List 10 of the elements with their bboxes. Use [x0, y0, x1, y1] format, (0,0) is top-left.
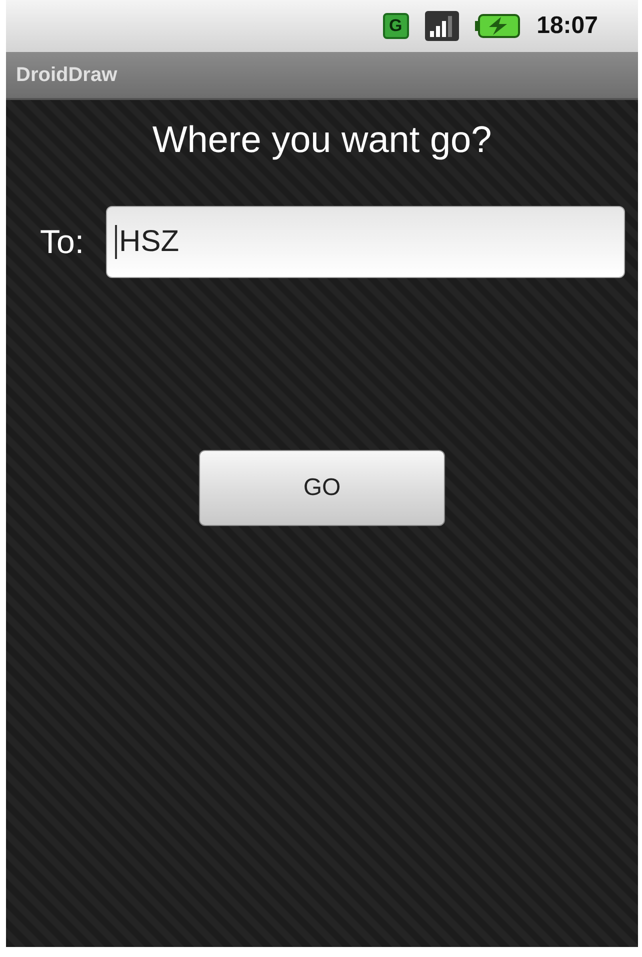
go-button[interactable]: GO — [199, 450, 445, 526]
destination-input-field[interactable]: HSZ — [106, 206, 625, 278]
signal-icon — [424, 11, 459, 41]
battery-charging-icon — [474, 13, 521, 39]
app-title: DroidDraw — [16, 63, 118, 88]
field-label: To: — [40, 222, 84, 262]
text-cursor — [115, 224, 118, 258]
heading: Where you want go? — [152, 118, 492, 162]
clock-time: 18:07 — [536, 11, 598, 41]
network-type-icon: G — [382, 13, 409, 39]
